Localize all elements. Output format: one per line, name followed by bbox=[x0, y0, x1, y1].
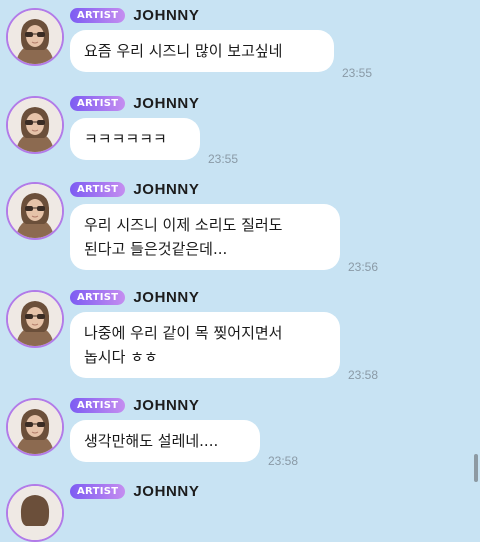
message-header: ARTIST JOHNNY bbox=[70, 288, 199, 306]
message-bubble[interactable]: ㅋㅋㅋㅋㅋㅋ bbox=[70, 118, 200, 160]
sender-name: JOHNNY bbox=[133, 482, 200, 500]
artist-badge: ARTIST bbox=[70, 397, 126, 413]
message-bubble[interactable]: 생각만해도 설레네.... bbox=[70, 420, 260, 462]
chat-message-list[interactable]: ARTIST JOHNNY 요즘 우리 시즈니 많이 보고싶네 23:55 AR… bbox=[0, 0, 480, 542]
artist-badge: ARTIST bbox=[70, 7, 126, 23]
avatar-icon[interactable] bbox=[6, 96, 64, 154]
sender-name: JOHNNY bbox=[133, 288, 200, 306]
message-timestamp: 23:58 bbox=[268, 454, 299, 468]
message-timestamp: 23:58 bbox=[348, 368, 379, 382]
message-header: ARTIST JOHNNY bbox=[70, 482, 199, 500]
message-bubble[interactable]: 우리 시즈니 이제 소리도 질러도 된다고 들은것같은데... bbox=[70, 204, 340, 270]
message-bubble[interactable]: 요즘 우리 시즈니 많이 보고싶네 bbox=[70, 30, 334, 72]
avatar-icon[interactable] bbox=[6, 182, 64, 240]
avatar-icon[interactable] bbox=[6, 290, 64, 348]
artist-badge: ARTIST bbox=[70, 95, 126, 111]
sender-name: JOHNNY bbox=[133, 94, 200, 112]
message-timestamp: 23:56 bbox=[348, 260, 379, 274]
message-text: 요즘 우리 시즈니 많이 보고싶네 bbox=[84, 42, 283, 60]
message-text-line: 놉시다 ㅎㅎ bbox=[84, 348, 158, 366]
artist-badge: ARTIST bbox=[70, 181, 126, 197]
message-text: 생각만해도 설레네.... bbox=[84, 432, 219, 450]
scrollbar-thumb[interactable] bbox=[474, 454, 478, 482]
avatar-icon[interactable] bbox=[6, 484, 64, 542]
message-text-line: 나중에 우리 같이 목 찢어지면서 bbox=[84, 324, 283, 342]
artist-badge: ARTIST bbox=[70, 289, 126, 305]
message-timestamp: 23:55 bbox=[342, 66, 373, 80]
avatar-icon[interactable] bbox=[6, 398, 64, 456]
sender-name: JOHNNY bbox=[133, 6, 200, 24]
message-header: ARTIST JOHNNY bbox=[70, 180, 199, 198]
message-timestamp: 23:55 bbox=[208, 152, 239, 166]
message-header: ARTIST JOHNNY bbox=[70, 6, 199, 24]
message-bubble[interactable]: 나중에 우리 같이 목 찢어지면서 놉시다 ㅎㅎ bbox=[70, 312, 340, 378]
sender-name: JOHNNY bbox=[133, 396, 200, 414]
message-header: ARTIST JOHNNY bbox=[70, 396, 199, 414]
message-text: ㅋㅋㅋㅋㅋㅋ bbox=[84, 130, 167, 148]
sender-name: JOHNNY bbox=[133, 180, 200, 198]
message-text-line: 우리 시즈니 이제 소리도 질러도 bbox=[84, 216, 283, 234]
message-text-line: 된다고 들은것같은데... bbox=[84, 240, 228, 258]
avatar-icon[interactable] bbox=[6, 8, 64, 66]
message-header: ARTIST JOHNNY bbox=[70, 94, 199, 112]
